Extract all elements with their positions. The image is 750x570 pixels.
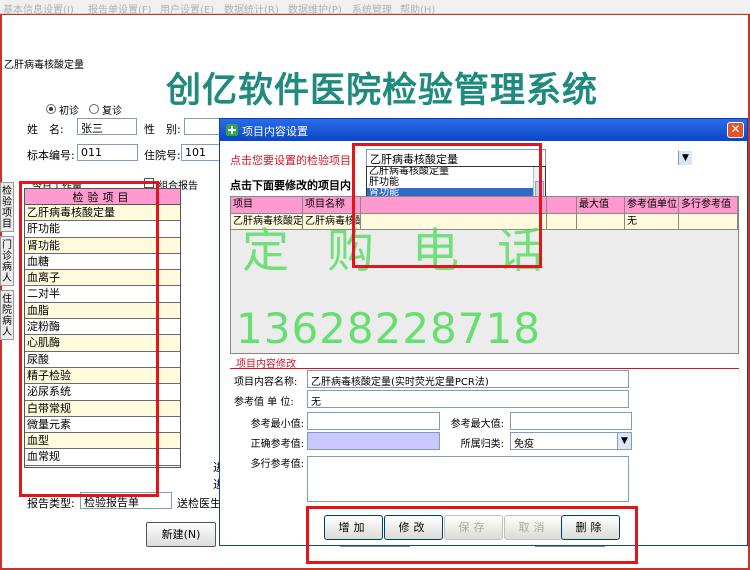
chevron-down-icon[interactable]: ▼ [617, 433, 631, 449]
test-list-rows: 乙肝病毒核酸定量 肝功能 肾功能 血糖 血离子 二对半 血脂 淀粉酶 心肌酶 尿酸 精子检验 泌尿系统… [25, 205, 180, 466]
grid-header: 多行参考值 [679, 197, 738, 214]
tab-test-items[interactable]: 检验项目 [0, 182, 14, 232]
tab-outpatients[interactable]: 门诊病人 [0, 236, 14, 286]
edit-item-prompt: 点击下面要修改的项目内 [230, 179, 351, 192]
test-list-item[interactable]: 泌尿系统 [25, 384, 180, 401]
test-list-item[interactable]: 血脂 [25, 302, 180, 320]
test-item-list: 检验项目 乙肝病毒核酸定量 肝功能 肾功能 血糖 血离子 二对半 血脂 淀粉酶 心肌酶 尿酸 精子检… [24, 188, 181, 468]
test-list-item[interactable]: 血离子 [25, 270, 180, 287]
test-list-item[interactable]: 尿酸 [25, 351, 180, 368]
report-type-select[interactable]: 检验报告单 [80, 492, 172, 509]
category-select[interactable]: 免疫 ▼ [510, 432, 632, 450]
test-list-item[interactable]: 二对半 [25, 286, 180, 303]
dropdown-option[interactable]: 乙肝病毒核酸定量 [367, 167, 545, 178]
sample-no-label: 标本编号: [27, 149, 75, 162]
test-list-item[interactable]: 血糖 [25, 253, 180, 271]
test-list-item[interactable]: 精子检验 [25, 367, 180, 385]
first-visit-label: 初诊 [59, 106, 79, 117]
test-item-select[interactable]: 乙肝病毒核酸定量 ▼ [366, 149, 692, 167]
combine-report-checkbox[interactable] [144, 178, 154, 188]
test-list-item[interactable]: 肾功能 [25, 237, 180, 254]
close-icon[interactable]: ✕ [727, 122, 744, 138]
tab-inpatients[interactable]: 住院病人 [0, 290, 14, 340]
test-list-item[interactable]: 乙肝病毒核酸定量 [25, 205, 180, 222]
report-type-label: 报告类型: [27, 497, 75, 510]
test-list-item[interactable]: 微量元素 [25, 416, 180, 434]
correct-ref-label: 正确参考值: [250, 439, 304, 450]
test-item-select-value: 乙肝病毒核酸定量 [370, 153, 458, 166]
ref-unit-field[interactable]: 无 [307, 390, 629, 408]
save-button[interactable]: 保存 [444, 515, 503, 540]
ref-min-field[interactable] [307, 412, 440, 430]
grid-header: 参考值单位 [625, 197, 679, 214]
inpatient-no-label: 住院号: [144, 149, 181, 162]
dialog-title: 项目内容设置 [242, 125, 308, 138]
inpatient-no-field[interactable]: 101 [181, 144, 220, 161]
ref-max-field[interactable] [510, 412, 632, 430]
select-item-prompt: 点击您要设置的检验项目 [230, 154, 351, 167]
test-list-item[interactable]: 血型 [25, 433, 180, 450]
sample-no-field[interactable]: 011 [77, 144, 138, 161]
category-label: 所属归类: [460, 439, 504, 450]
watermark-phone-number: 13628228718 [236, 304, 541, 353]
gender-label: 性 别: [144, 123, 181, 136]
name-label: 姓 名: [27, 123, 64, 136]
gender-field[interactable] [184, 118, 220, 135]
content-name-field[interactable]: 乙肝病毒核酸定量(实时荧光定量PCR法) [307, 370, 629, 388]
section-divider [230, 368, 739, 369]
correct-ref-field[interactable] [307, 432, 440, 450]
edit-button[interactable]: 修改 [384, 515, 443, 540]
multiline-ref-label: 多行参考值: [250, 459, 304, 470]
add-button[interactable]: 增加 [324, 515, 383, 540]
first-visit-radio[interactable] [46, 104, 56, 114]
cancel-button[interactable]: 取消 [504, 515, 563, 540]
system-title: 创亿软件医院检验管理系统 [166, 71, 599, 111]
grid-header: 最大值 [577, 197, 625, 214]
repeat-visit-radio[interactable] [89, 104, 99, 114]
test-list-header: 检验项目 [25, 189, 180, 205]
menu-bar: 基本信息设置(I) 报告单设置(F) 用户设置(E) 数据统计(R) 数据维护(… [0, 0, 750, 16]
test-list-item[interactable]: 肝功能 [25, 221, 180, 238]
grid-cell[interactable] [679, 214, 738, 230]
test-list-item[interactable]: 白带常规 [25, 400, 180, 417]
record-title: 乙肝病毒核酸定量 [4, 60, 84, 71]
ref-max-label: 参考最大值: [450, 419, 504, 430]
multiline-ref-field[interactable] [307, 456, 629, 502]
watermark-order-text: 定购电话 [242, 224, 582, 279]
test-list-item[interactable]: 血常规 [25, 449, 180, 466]
ref-min-label: 参考最小值: [250, 419, 304, 430]
new-button[interactable]: 新建(N) [146, 522, 216, 547]
chevron-down-icon[interactable]: ▼ [678, 151, 692, 165]
category-value: 免疫 [514, 439, 534, 450]
grid-cell[interactable] [577, 214, 625, 230]
delete-button[interactable]: 删除 [561, 515, 620, 540]
doctor-label: 送检医生 [177, 497, 221, 510]
test-list-item[interactable]: 淀粉酶 [25, 319, 180, 336]
test-list-item[interactable]: 心肌酶 [25, 335, 180, 352]
dialog-titlebar: 项目内容设置 ✕ [220, 119, 747, 141]
grid-cell[interactable]: 无 [625, 214, 679, 230]
repeat-visit-label: 复诊 [102, 106, 122, 117]
app-icon [226, 124, 238, 136]
name-field[interactable]: 张三 [77, 118, 137, 135]
